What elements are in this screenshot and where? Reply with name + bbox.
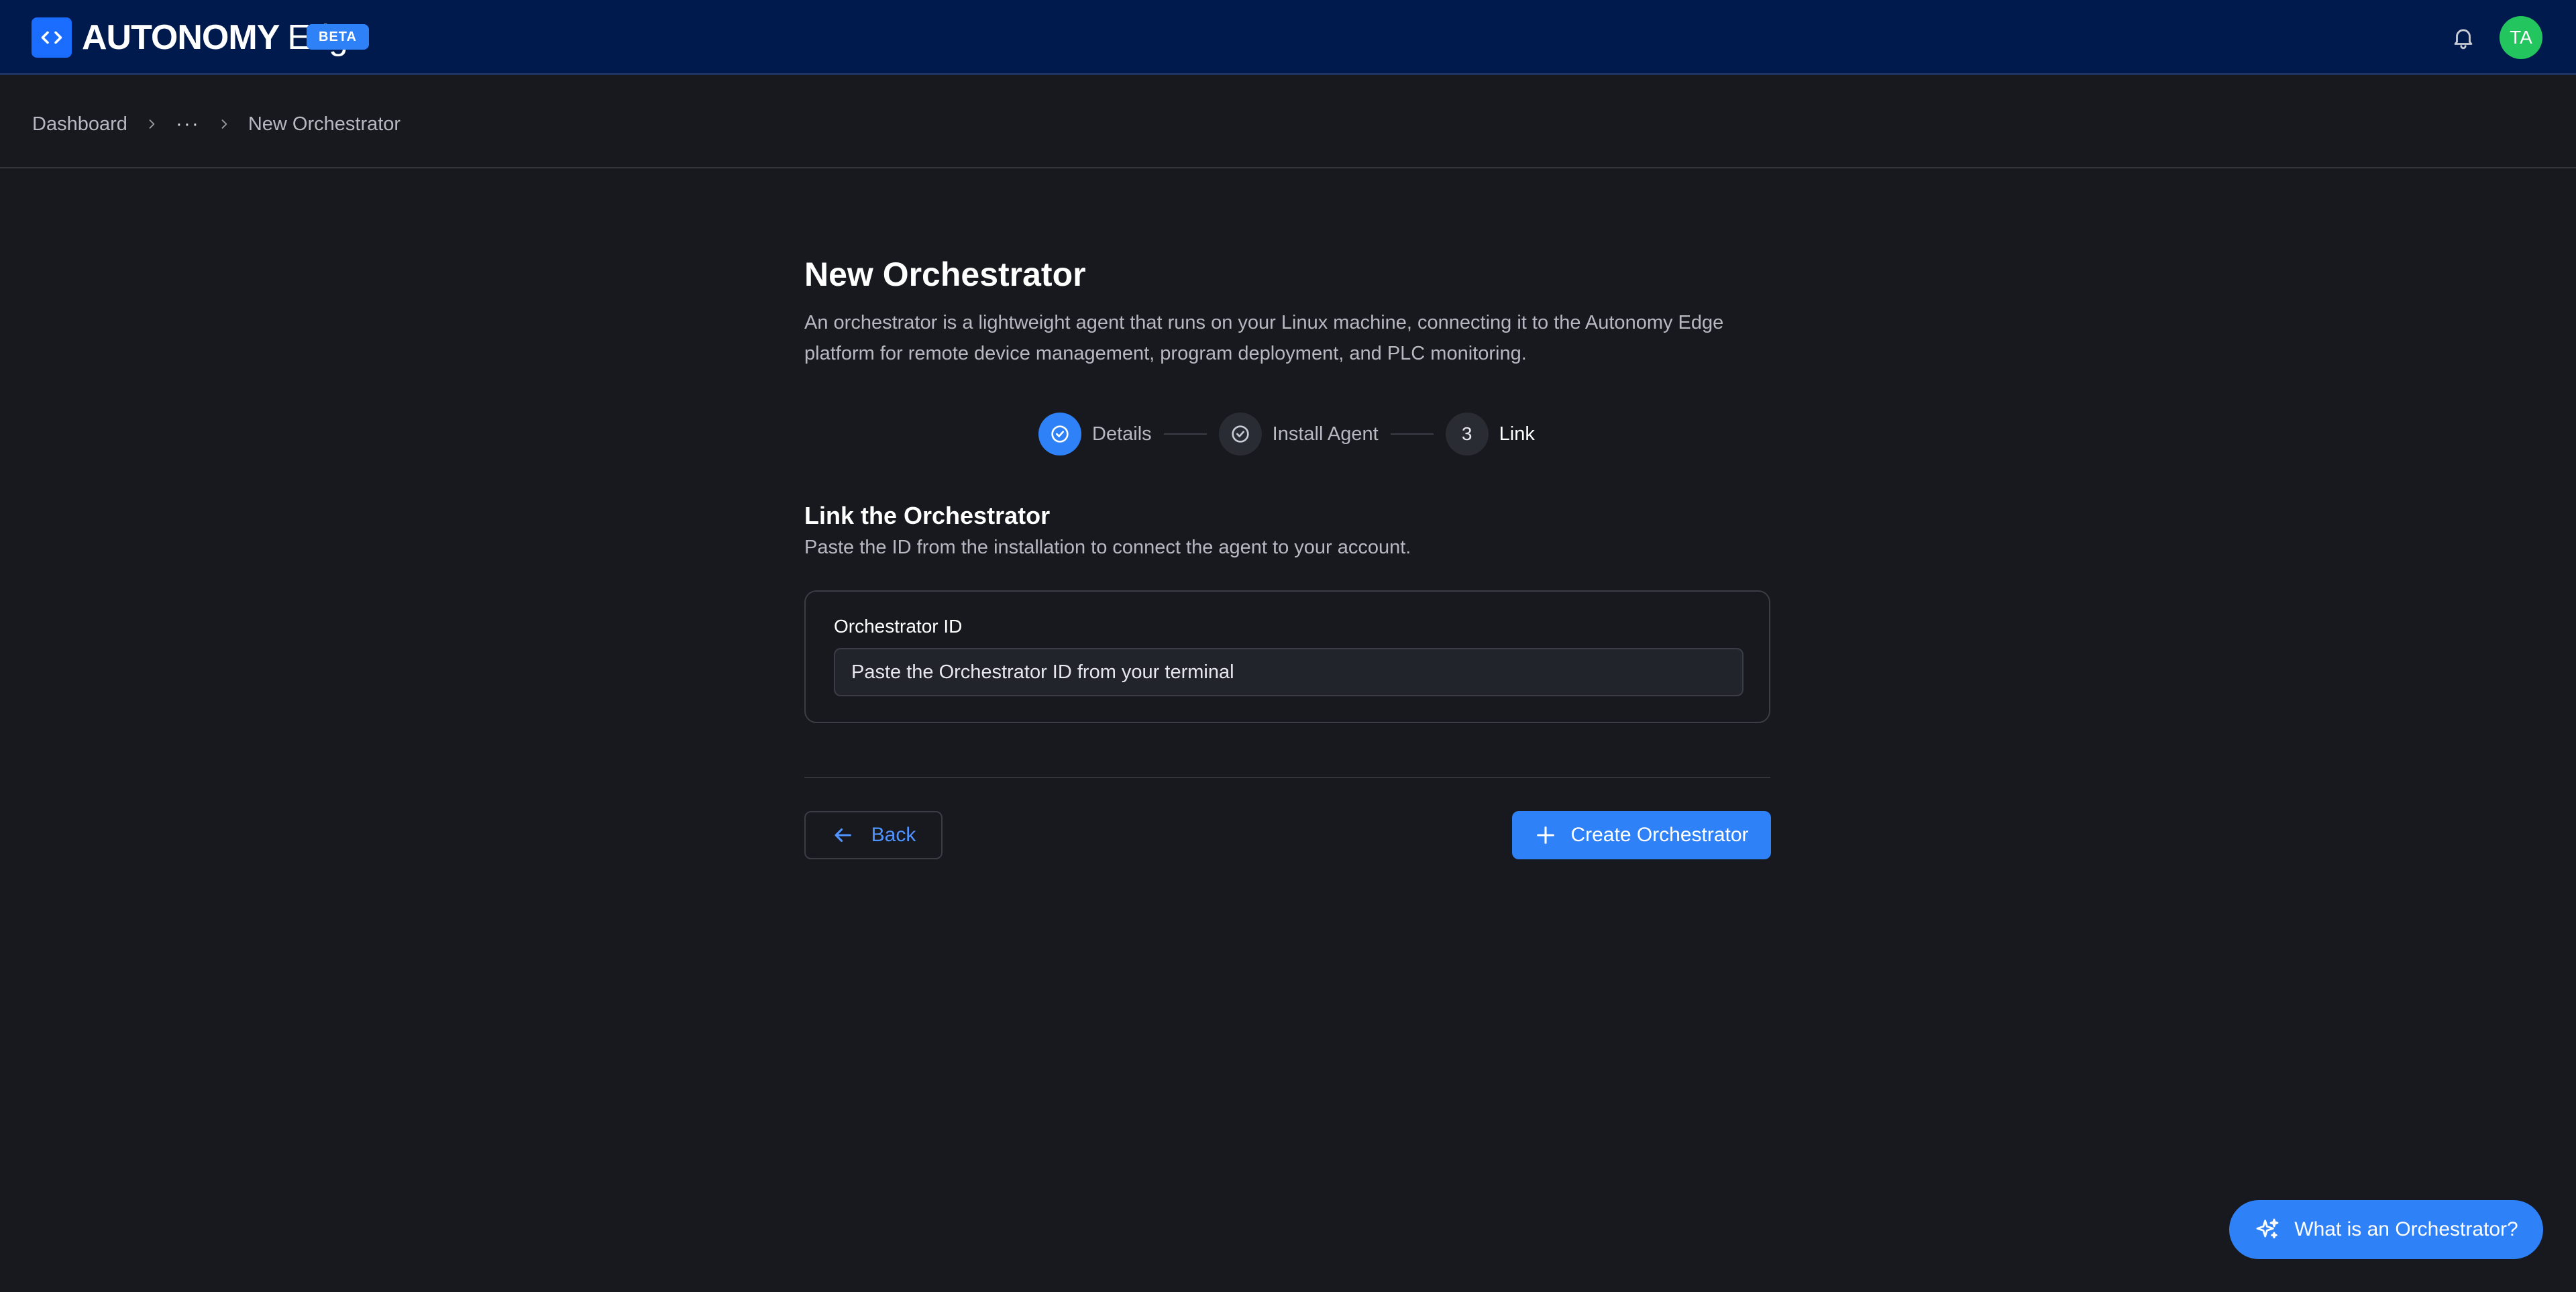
user-avatar[interactable]: TA (2500, 16, 2542, 59)
notifications-bell-icon[interactable] (2449, 23, 2478, 52)
brand-name-strong: AUTONOMY (82, 18, 280, 57)
beta-badge: BETA (307, 24, 369, 50)
step-connector (1163, 433, 1207, 435)
breadcrumb: Dashboard ··· New Orchestrator (32, 109, 400, 139)
breadcrumb-bar: Dashboard ··· New Orchestrator (0, 77, 2576, 168)
orchestrator-id-label: Orchestrator ID (834, 616, 963, 637)
step-details-check-icon (1038, 413, 1081, 455)
section-description: Paste the ID from the installation to co… (804, 537, 1411, 558)
section-title: Link the Orchestrator (804, 502, 1051, 529)
step-link-number: 3 (1445, 413, 1489, 455)
step-details-label: Details (1092, 423, 1152, 445)
orchestrator-id-input[interactable] (834, 648, 1743, 696)
breadcrumb-more[interactable]: ··· (176, 113, 200, 136)
arrow-left-icon (831, 824, 854, 847)
sparkles-icon (2254, 1216, 2281, 1243)
divider (804, 777, 1770, 778)
create-orchestrator-label: Create Orchestrator (1570, 824, 1749, 846)
plus-icon (1534, 824, 1557, 847)
step-install-check-icon (1218, 413, 1262, 455)
page-description: An orchestrator is a lightweight agent t… (804, 312, 1724, 364)
breadcrumb-current: New Orchestrator (248, 113, 401, 135)
top-bar: AUTONOMY Edge BETA TA (0, 0, 2576, 75)
logo-icon[interactable] (32, 17, 72, 58)
stepper: Details Install Agent 3 Link (1038, 413, 1535, 455)
help-orchestrator-label: What is an Orchestrator? (2294, 1218, 2518, 1240)
step-connector (1390, 433, 1434, 435)
step-link-label: Link (1499, 423, 1535, 445)
back-button[interactable]: Back (804, 811, 943, 859)
chevron-right-icon (217, 117, 231, 131)
breadcrumb-dashboard[interactable]: Dashboard (32, 113, 127, 136)
create-orchestrator-button[interactable]: Create Orchestrator (1512, 811, 1771, 859)
step-install-label: Install Agent (1272, 423, 1379, 445)
page-title: New Orchestrator (804, 256, 1086, 293)
help-orchestrator-button[interactable]: What is an Orchestrator? (2229, 1200, 2543, 1259)
orchestrator-id-card: Orchestrator ID (804, 590, 1770, 723)
back-button-label: Back (871, 824, 916, 846)
chevron-right-icon (145, 117, 158, 131)
